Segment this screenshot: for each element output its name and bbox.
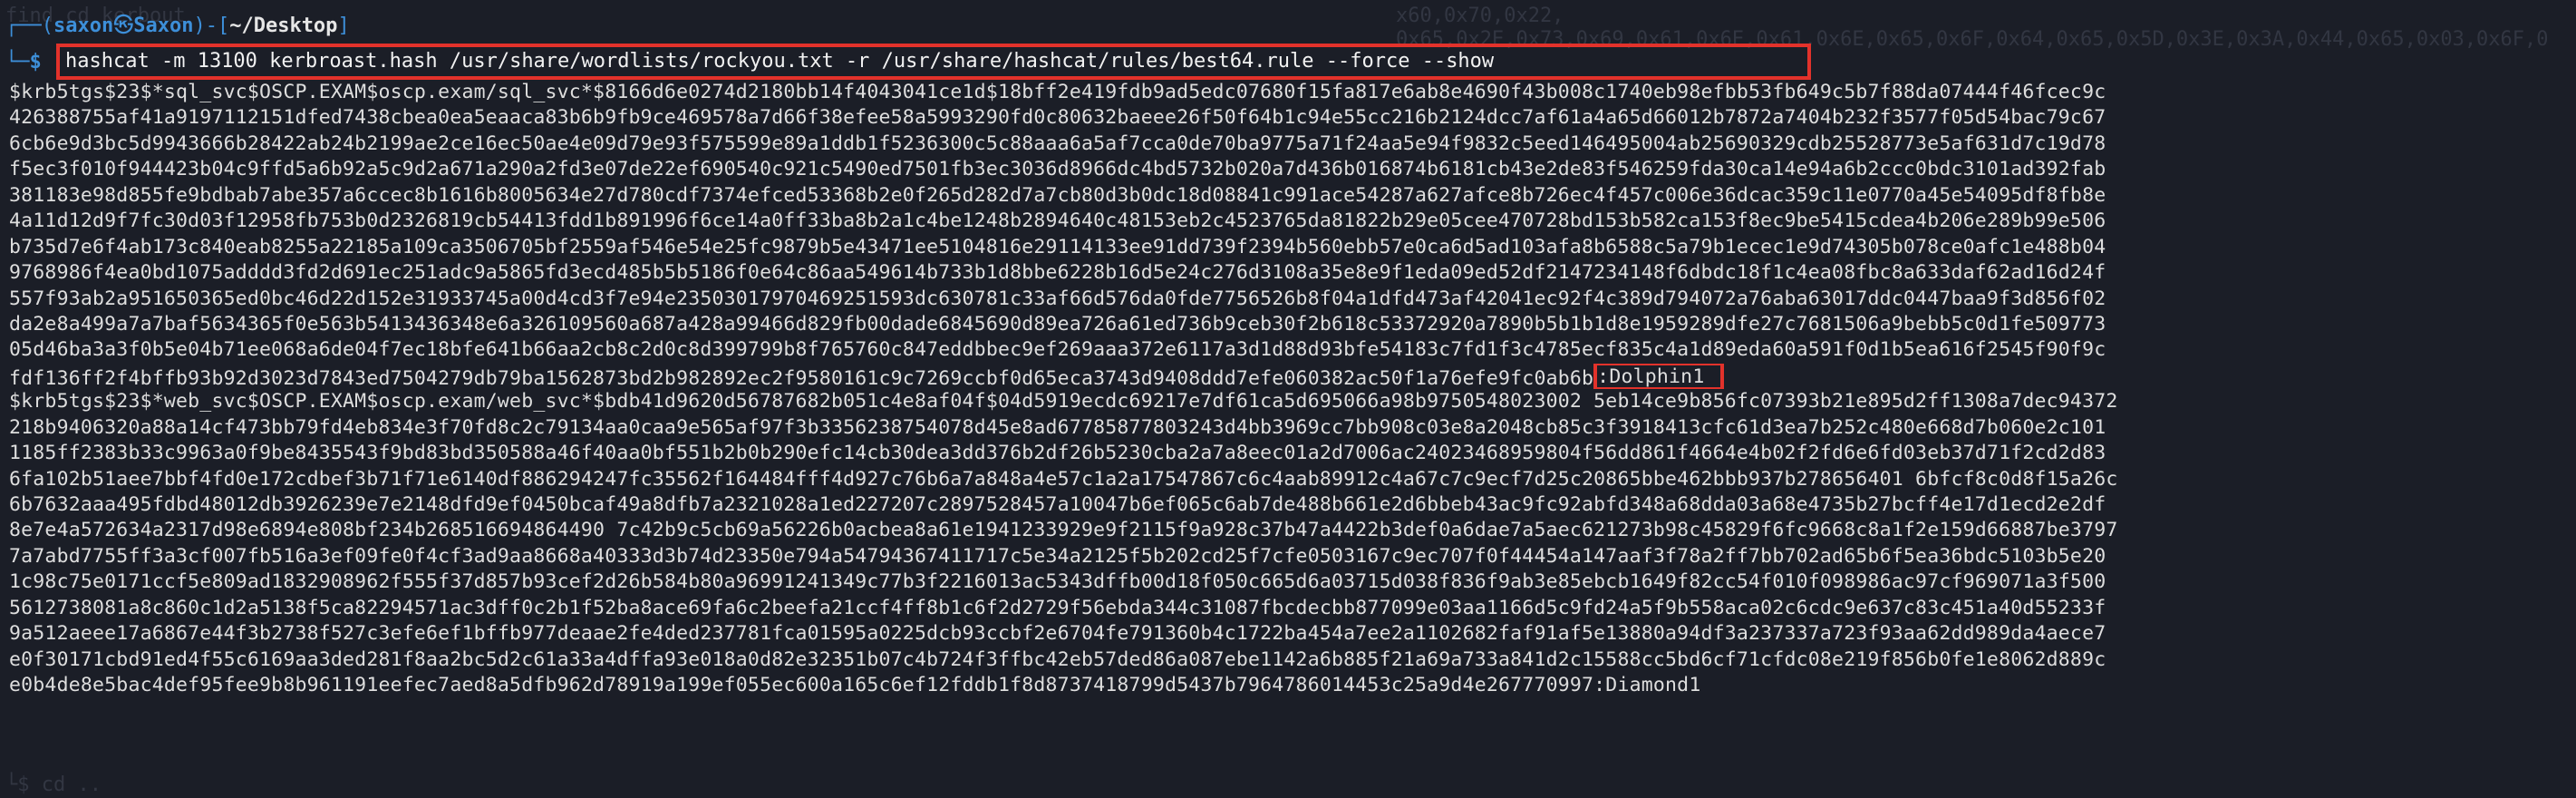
hash-tail-text: fdf136ff2f4bffb93b92d3023d7843ed7504279d… bbox=[9, 366, 1594, 390]
output-line: e0f30171cbd91ed4f55c6169aa3ded281f8aa2bc… bbox=[9, 647, 2106, 671]
output-line: 05d46ba3a3f0b5e04b71ee068a6de04f7ec18bfe… bbox=[9, 338, 2106, 362]
prompt-user: saxon bbox=[53, 15, 114, 37]
command-text[interactable]: hashcat -m 13100 kerbroast.hash /usr/sha… bbox=[65, 45, 1494, 78]
output-line: 6fa102b51aee7bbf4fd0e172cdbef3b71f71e614… bbox=[9, 467, 2118, 491]
command-output[interactable]: $krb5tgs$23$*sql_svc$OSCP.EXAM$oscp.exam… bbox=[9, 80, 2571, 699]
output-line: 7a7abd7755ff3a3cf007fb516a3ef09fe0f4cf3a… bbox=[9, 544, 2106, 568]
output-line: 218b9406320a88a14cf473bb79fd4eb834e3f70f… bbox=[9, 415, 2106, 439]
output-line: b735d7e6f4ab173c840eab8255a22185a109ca35… bbox=[9, 235, 2106, 258]
output-line: 8e7e4a572634a2317d98e6894e808bf234b26851… bbox=[9, 519, 2118, 542]
output-line: f5ec3f010f944423b04c9ffd5a6b92a5c9d2a671… bbox=[9, 158, 2106, 181]
output-line: 1c98c75e0171ccf5e809ad1832908962f555f37d… bbox=[9, 570, 2106, 594]
output-line: $krb5tgs$23$*sql_svc$OSCP.EXAM$oscp.exam… bbox=[9, 81, 2106, 103]
output-line: 426388755af41a9197112151dfed7438cbea0ea5… bbox=[9, 106, 2106, 130]
prompt-dollar: $ bbox=[29, 51, 42, 73]
output-line: 5612738081a8c860c1d2a5138f5ca82294571ac3… bbox=[9, 596, 2106, 619]
output-line: 1185ff2383b33c9963a0f9be8435543f9bd83bd3… bbox=[9, 442, 2106, 465]
output-line: da2e8a499a7a7baf5634365f0e563b5413436348… bbox=[9, 312, 2106, 336]
kali-skull-icon: ㉿ bbox=[113, 15, 134, 37]
prompt-header: ┌──(saxon㉿Saxon)-[~/Desktop] bbox=[5, 13, 350, 40]
prompt-line2-prefix: └─ bbox=[5, 51, 30, 73]
prompt-host: Saxon bbox=[133, 15, 194, 37]
prompt-line1-suffix: ] bbox=[337, 15, 350, 37]
prompt-input-line: └─$ bbox=[5, 45, 42, 80]
output-line: $krb5tgs$23$*web_svc$OSCP.EXAM$oscp.exam… bbox=[9, 390, 2118, 414]
prompt-line1-prefix: ┌──( bbox=[5, 15, 53, 37]
prompt-cwd: ~/Desktop bbox=[229, 15, 338, 37]
cracked-password-highlight: :Dolphin1 bbox=[1593, 363, 1725, 390]
output-line: 6cb6e9d3bc5d9943666b28422ab24b2199ae2ce1… bbox=[9, 131, 2106, 155]
output-line-with-password: fdf136ff2f4bffb93b92d3023d7843ed7504279d… bbox=[9, 363, 2571, 390]
output-line: 6b7632aaa495fdbd48012db3926239e7e2148dfd… bbox=[9, 493, 2106, 516]
prompt-line1-mid: )-[ bbox=[193, 15, 230, 37]
output-line: 4a11d12d9f7fc30d03f12958fb753b0d2326819c… bbox=[9, 209, 2106, 233]
output-line-with-password: e0b4de8e5bac4def95fee9b8b961191eefec7aed… bbox=[9, 674, 1701, 697]
output-line: 381183e98d855fe9bdbab7abe357a6ccec8b1616… bbox=[9, 183, 2106, 207]
output-line: 557f93ab2a951650365ed0bc46d22d152e319337… bbox=[9, 287, 2106, 310]
background-ghost-text-bottom-left: └$ cd .. bbox=[5, 774, 102, 796]
output-line: 9768986f4ea0bd1075adddd3fd2d691ec251adc9… bbox=[9, 261, 2106, 285]
output-line: 9a512aeee17a6867e44f3b2738f527c3efe6ef1b… bbox=[9, 622, 2106, 646]
